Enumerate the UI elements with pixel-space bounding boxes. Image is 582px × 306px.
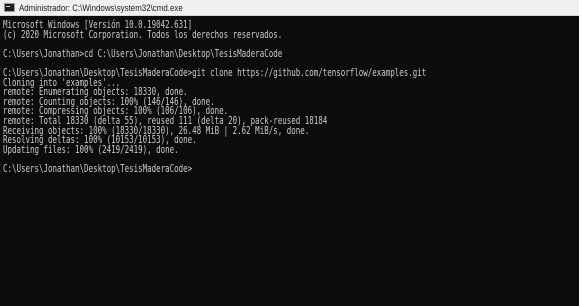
window-title: Administrador: C:\Windows\system32\cmd.e… [19, 2, 183, 13]
cmd-window[interactable]: Administrador: C:\Windows\system32\cmd.e… [0, 0, 579, 306]
console-line: (c) 2020 Microsoft Corporation. Todos lo… [3, 27, 283, 41]
cmd-icon [4, 3, 15, 12]
console-line: C:\Users\Jonathan>cd C:\Users\Jonathan\D… [3, 46, 283, 60]
console-line: Updating files: 100% (2419/2419), done. [3, 142, 179, 156]
title-bar[interactable]: Administrador: C:\Windows\system32\cmd.e… [0, 0, 579, 16]
console-output[interactable]: Microsoft Windows [Versión 10.0.19042.63… [0, 16, 579, 174]
command-prompt[interactable]: C:\Users\Jonathan\Desktop\TesisMaderaCod… [3, 163, 395, 174]
